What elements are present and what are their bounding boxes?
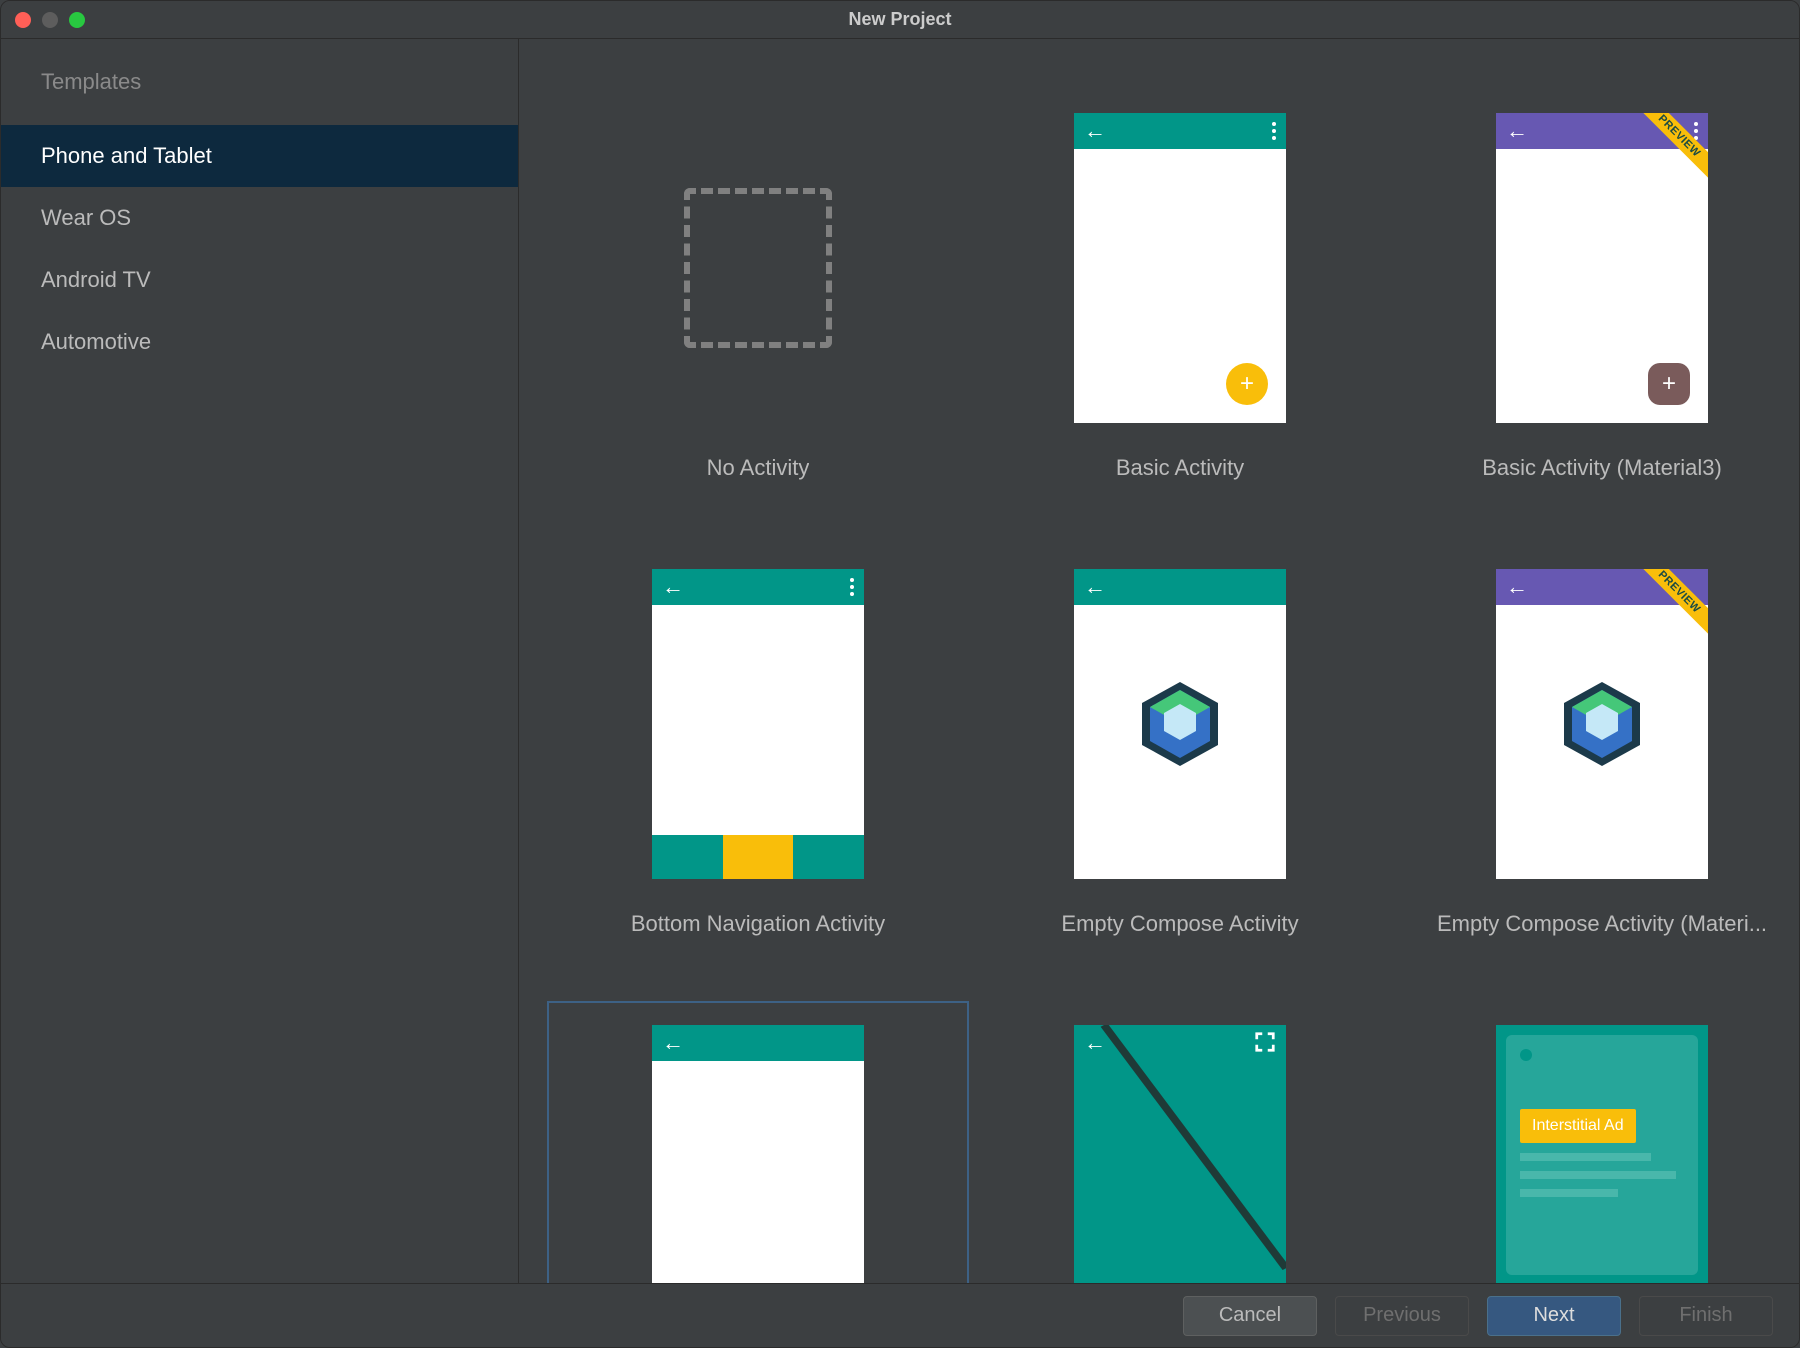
sidebar-item-label: Phone and Tablet: [41, 143, 212, 168]
bottom-nav-active-icon: [723, 835, 793, 879]
template-card-no-activity[interactable]: No Activity: [547, 89, 969, 505]
bottom-nav-bar: [652, 835, 864, 879]
ad-dot-icon: [1520, 1049, 1532, 1061]
sidebar-heading: Templates: [1, 69, 518, 125]
template-card-admob-partial[interactable]: Interstitial Ad: [1391, 1001, 1799, 1283]
template-thumbnail: ← PREVIEW: [1496, 569, 1708, 879]
sidebar-item-label: Automotive: [41, 329, 151, 354]
template-label: Basic Activity (Material3): [1482, 455, 1722, 481]
fullscreen-icon: [1254, 1031, 1276, 1053]
fab-icon: +: [1648, 363, 1690, 405]
template-thumbnail: [652, 113, 864, 423]
sidebar-item-android-tv[interactable]: Android TV: [1, 249, 518, 311]
zoom-window-button[interactable]: [69, 12, 85, 28]
dialog-body: Templates Phone and Tablet Wear OS Andro…: [1, 39, 1799, 1283]
template-card-fullscreen-partial[interactable]: ←: [969, 1001, 1391, 1283]
template-card-empty-compose-m3[interactable]: ← PREVIEW Empty Compose Activity (Materi…: [1391, 545, 1799, 961]
template-grid: No Activity ← + Basic Activity: [547, 89, 1771, 1283]
template-label: Empty Compose Activity (Materi...: [1437, 911, 1767, 937]
appbar: ←: [652, 1025, 864, 1061]
ad-button: Interstitial Ad: [1520, 1109, 1636, 1143]
appbar: ←: [652, 569, 864, 605]
template-label: Bottom Navigation Activity: [631, 911, 885, 937]
template-label: Empty Compose Activity: [1061, 911, 1298, 937]
template-thumbnail: ← PREVIEW +: [1496, 113, 1708, 423]
close-window-button[interactable]: [15, 12, 31, 28]
compose-logo-icon: [1564, 682, 1640, 766]
template-gallery[interactable]: No Activity ← + Basic Activity: [519, 39, 1799, 1283]
empty-placeholder-icon: [684, 188, 832, 348]
previous-button[interactable]: Previous: [1335, 1296, 1469, 1336]
titlebar: New Project: [1, 1, 1799, 39]
back-arrow-icon: ←: [662, 1032, 684, 1054]
diagonal-line-icon: [1074, 1025, 1286, 1283]
template-label: Basic Activity: [1116, 455, 1244, 481]
template-thumbnail: ←: [1074, 569, 1286, 879]
fab-icon: +: [1226, 363, 1268, 405]
template-card-basic-activity[interactable]: ← + Basic Activity: [969, 89, 1391, 505]
template-thumbnail: Interstitial Ad: [1496, 1025, 1708, 1283]
sidebar-item-label: Android TV: [41, 267, 151, 292]
template-card-empty-compose[interactable]: ← Empty Compose Activity: [969, 545, 1391, 961]
back-arrow-icon: ←: [1084, 120, 1106, 142]
back-arrow-icon: ←: [1084, 576, 1106, 598]
new-project-window: New Project Templates Phone and Tablet W…: [0, 0, 1800, 1348]
next-button[interactable]: Next: [1487, 1296, 1621, 1336]
dialog-footer: Cancel Previous Next Finish: [1, 1283, 1799, 1347]
template-thumbnail: ←: [1074, 1025, 1286, 1283]
overflow-menu-icon: [850, 578, 854, 596]
appbar: ←: [1074, 569, 1286, 605]
sidebar-item-phone-tablet[interactable]: Phone and Tablet: [1, 125, 518, 187]
back-arrow-icon: ←: [1084, 1032, 1106, 1054]
back-arrow-icon: ←: [1506, 120, 1528, 142]
minimize-window-button[interactable]: [42, 12, 58, 28]
template-thumbnail: ←: [652, 569, 864, 879]
ad-placeholder-line: [1520, 1189, 1618, 1197]
compose-logo-icon: [1142, 682, 1218, 766]
window-controls: [15, 12, 85, 28]
overflow-menu-icon: [1272, 122, 1276, 140]
template-card-basic-activity-m3[interactable]: ← PREVIEW + Basic Activity (Material3): [1391, 89, 1799, 505]
template-thumbnail: ← +: [1074, 113, 1286, 423]
template-thumbnail: ←: [652, 1025, 864, 1283]
window-title: New Project: [848, 9, 951, 30]
sidebar-item-label: Wear OS: [41, 205, 131, 230]
template-label: No Activity: [707, 455, 810, 481]
templates-sidebar: Templates Phone and Tablet Wear OS Andro…: [1, 39, 519, 1283]
ad-placeholder-line: [1520, 1153, 1651, 1161]
ad-placeholder-line: [1520, 1171, 1676, 1179]
template-card-selected-partial[interactable]: ←: [547, 1001, 969, 1283]
overflow-menu-icon: [1694, 122, 1698, 140]
back-arrow-icon: ←: [1506, 576, 1528, 598]
ad-frame: Interstitial Ad: [1506, 1035, 1698, 1275]
sidebar-item-wear-os[interactable]: Wear OS: [1, 187, 518, 249]
sidebar-item-automotive[interactable]: Automotive: [1, 311, 518, 373]
cancel-button[interactable]: Cancel: [1183, 1296, 1317, 1336]
appbar: ←: [1074, 113, 1286, 149]
back-arrow-icon: ←: [662, 576, 684, 598]
template-card-bottom-nav[interactable]: ← Bottom Navigation Activity: [547, 545, 969, 961]
finish-button[interactable]: Finish: [1639, 1296, 1773, 1336]
